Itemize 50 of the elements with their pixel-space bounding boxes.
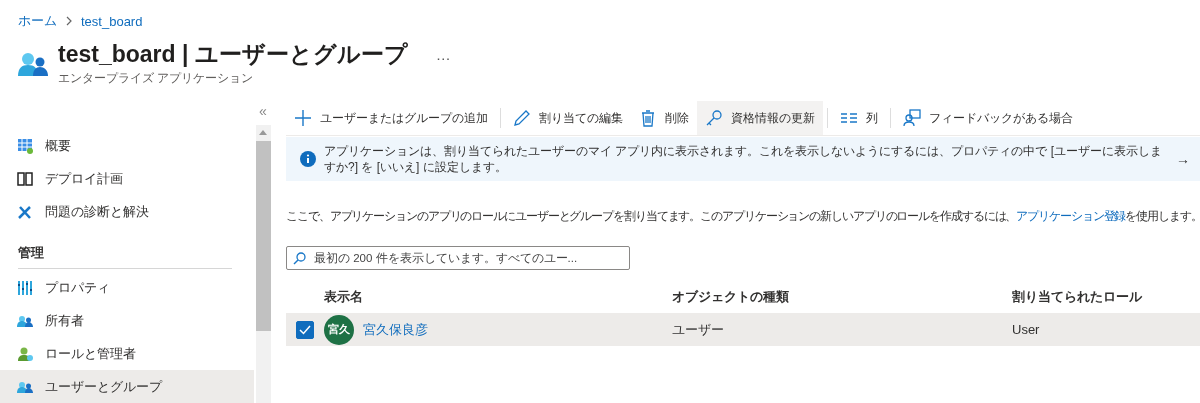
user-avatar: 宮久	[324, 314, 354, 345]
collapse-button[interactable]: «	[259, 97, 267, 125]
tools-icon	[17, 203, 33, 220]
toolbar-button[interactable]: 割り当ての編集	[505, 101, 631, 135]
sidebar-item[interactable]: 所有者	[0, 304, 254, 337]
search-field[interactable]: 最初の 200 件を表示しています。すべてのユー...	[286, 246, 630, 270]
sidebar-item[interactable]: 概要	[0, 129, 254, 162]
scroll-up-icon[interactable]	[259, 130, 267, 135]
person-icon	[17, 345, 33, 362]
book-icon	[17, 170, 33, 187]
breadcrumb-link[interactable]: test_board	[81, 13, 143, 29]
section-heading: 管理	[17, 244, 45, 262]
toolbar-button[interactable]: 資格情報の更新	[697, 101, 823, 135]
user-name-link[interactable]: 宮久保良彦	[363, 320, 428, 339]
more-button[interactable]: …	[431, 46, 455, 63]
info-icon	[300, 151, 316, 167]
sidebar-item[interactable]: デプロイ計画	[0, 162, 254, 195]
plus-icon	[294, 109, 312, 127]
sidebar-item[interactable]: プロパティ	[0, 271, 254, 304]
breadcrumb-link[interactable]: ホーム	[18, 12, 57, 30]
toolbar-button[interactable]: 削除	[631, 101, 697, 135]
column-header[interactable]: オブジェクトの種類	[672, 287, 1012, 306]
toolbar-button[interactable]: フィードバックがある場合	[895, 101, 1081, 135]
sidebar-item[interactable]: ユーザーとグループ	[0, 370, 254, 403]
sidebar-item[interactable]: 問題の診断と解決	[0, 195, 254, 228]
table-row[interactable]: 宮久 宮久保良彦 ユーザー User	[286, 313, 1200, 346]
column-header[interactable]: 割り当てられたロール	[1012, 287, 1200, 306]
table-cell-text: User	[1012, 322, 1041, 337]
users-icon	[18, 51, 48, 77]
scrollbar[interactable]	[255, 125, 271, 403]
page-title: test_board | ユーザーとグループ	[58, 40, 408, 69]
toolbar-button[interactable]: ユーザーまたはグループの追加	[286, 101, 496, 135]
info-message: アプリケーションは、割り当てられたユーザーのマイ アプリ内に表示されます。これを表示しないようにするには、プロパティの中で [ユーザーに表示しますか?] を [いいえ] に設定します。	[324, 143, 1163, 175]
pencil-icon	[513, 109, 531, 127]
toolbar-button[interactable]: 列	[832, 101, 886, 135]
app-registration-link[interactable]: アプリケーション登録	[1016, 210, 1126, 222]
breadcrumb-separator-icon	[65, 16, 73, 26]
info-link-button[interactable]: →	[1176, 151, 1190, 167]
key-icon	[705, 109, 723, 127]
sidebar-item[interactable]: ロールと管理者	[0, 337, 254, 370]
page-subtitle: エンタープライズ アプリケーション	[58, 70, 254, 87]
bars-icon	[17, 279, 33, 296]
table-cell-text: ユーザー	[672, 320, 725, 339]
trash-icon	[639, 109, 657, 127]
column-header[interactable]: 表示名	[324, 287, 672, 306]
feedback-icon	[903, 109, 921, 127]
grid-icon	[17, 137, 33, 154]
search-icon	[293, 251, 306, 265]
description-text: ここで、アプリケーションのアプリのロールにユーザーとグループを割り当てます。このアプリケーションの新しいアプリのロールを作成するには、アプリケーション登録を使用します。	[286, 209, 1200, 224]
row-checkbox[interactable]	[296, 320, 314, 339]
